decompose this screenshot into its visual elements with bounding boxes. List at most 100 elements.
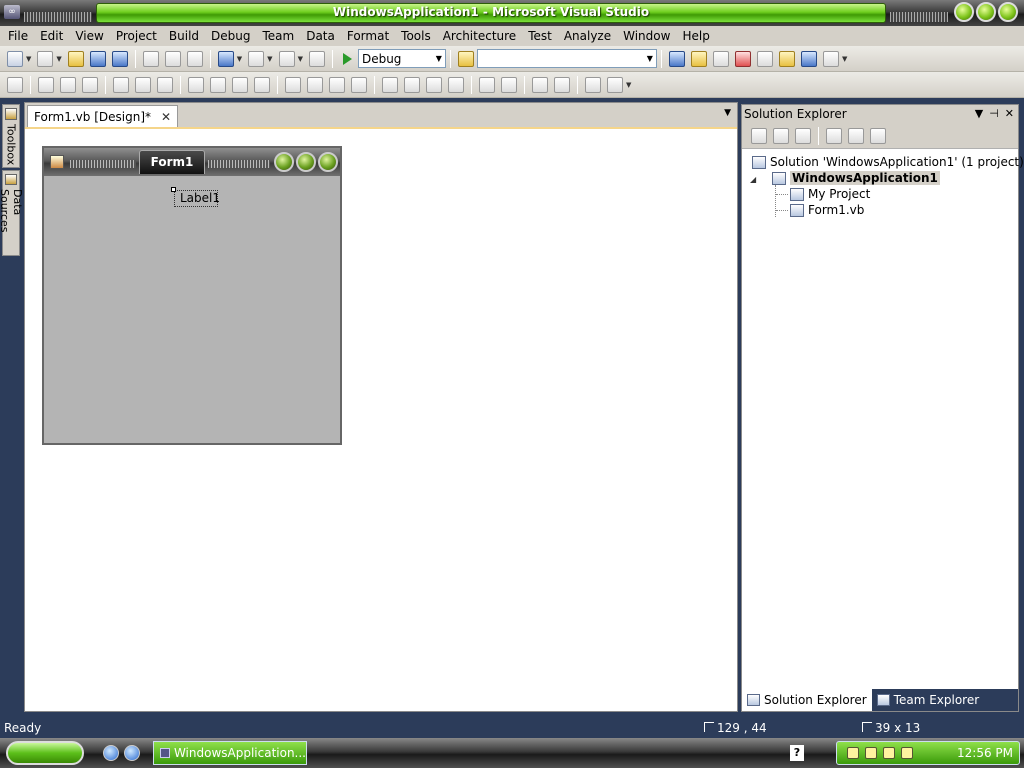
chevron-down-icon[interactable]: ▼: [267, 55, 272, 63]
vertical-spacing-remove-icon[interactable]: [448, 76, 464, 93]
chevron-down-icon[interactable]: ▼: [298, 55, 303, 63]
extension-manager-icon[interactable]: [800, 50, 817, 67]
solution-node[interactable]: Solution 'WindowsApplication1' (1 projec…: [752, 155, 1024, 169]
undo-icon[interactable]: [217, 50, 234, 67]
horizontal-spacing-equal-icon[interactable]: [285, 76, 301, 93]
design-surface[interactable]: Form1 Label1: [25, 127, 737, 711]
label1-control[interactable]: Label1: [171, 187, 220, 207]
center-vertically-icon[interactable]: [501, 76, 517, 93]
send-to-back-icon[interactable]: [554, 76, 570, 93]
toolbox-tab[interactable]: Toolbox: [2, 104, 20, 168]
horizontal-spacing-remove-icon[interactable]: [351, 76, 367, 93]
search-icon[interactable]: [901, 747, 913, 759]
size-to-grid-icon[interactable]: [210, 76, 226, 93]
center-horizontally-icon[interactable]: [479, 76, 495, 93]
show-all-files-icon[interactable]: [773, 127, 789, 144]
vertical-spacing-equal-icon[interactable]: [382, 76, 398, 93]
vertical-spacing-decrease-icon[interactable]: [426, 76, 442, 93]
project-node[interactable]: WindowsApplication1: [772, 171, 940, 185]
menu-format[interactable]: Format: [341, 29, 395, 43]
tab-form1-design[interactable]: Form1.vb [Design]* ✕: [27, 105, 179, 127]
start-button[interactable]: [6, 741, 84, 765]
form1-designer[interactable]: Form1 Label1: [42, 146, 342, 445]
minimize-button[interactable]: [954, 2, 974, 22]
menu-window[interactable]: Window: [617, 29, 676, 43]
menu-test[interactable]: Test: [522, 29, 558, 43]
align-to-grid-icon[interactable]: [7, 76, 23, 93]
menu-analyze[interactable]: Analyze: [558, 29, 617, 43]
view-class-diagram-icon[interactable]: [870, 127, 886, 144]
start-page-icon[interactable]: [778, 50, 795, 67]
view-code-icon[interactable]: [826, 127, 842, 144]
horizontal-spacing-decrease-icon[interactable]: [329, 76, 345, 93]
title-bar[interactable]: ∞ WindowsApplication1 - Microsoft Visual…: [0, 0, 1024, 26]
find-in-files-icon[interactable]: [457, 50, 474, 67]
tab-team-explorer[interactable]: Team Explorer: [872, 689, 985, 711]
open-folder-icon[interactable]: [67, 50, 84, 67]
chevron-down-icon[interactable]: ▼: [56, 55, 61, 63]
view-designer-icon[interactable]: [848, 127, 864, 144]
find-combo[interactable]: ▼: [476, 49, 657, 68]
app-icon[interactable]: ∞: [4, 5, 20, 19]
tree-item-my-project[interactable]: My Project: [790, 187, 870, 201]
taskbar-item-visual-studio[interactable]: WindowsApplication...: [153, 741, 307, 765]
start-debugging-icon[interactable]: [342, 52, 352, 65]
menu-view[interactable]: View: [69, 29, 109, 43]
solution-config-select[interactable]: Debug ▼: [357, 49, 446, 68]
maximize-button[interactable]: [976, 2, 996, 22]
tab-solution-explorer[interactable]: Solution Explorer: [742, 689, 872, 711]
align-rights-icon[interactable]: [82, 76, 98, 93]
save-all-icon[interactable]: [111, 50, 128, 67]
tab-order-icon[interactable]: [607, 76, 623, 93]
help-icon[interactable]: ?: [790, 745, 804, 761]
close-button[interactable]: [998, 2, 1018, 22]
close-icon[interactable]: ✕: [161, 110, 171, 124]
redo-icon[interactable]: [248, 50, 265, 67]
make-same-width-icon[interactable]: [188, 76, 204, 93]
tree-item-form1[interactable]: Form1.vb: [790, 203, 864, 217]
chevron-down-icon[interactable]: ▼: [26, 55, 31, 63]
menu-debug[interactable]: Debug: [205, 29, 256, 43]
menu-team[interactable]: Team: [256, 29, 300, 43]
horizontal-spacing-increase-icon[interactable]: [307, 76, 323, 93]
chevron-down-icon[interactable]: ▼: [626, 81, 631, 89]
chevron-down-icon[interactable]: ▼: [975, 107, 983, 120]
new-project-icon[interactable]: [7, 50, 23, 67]
object-browser-icon[interactable]: [712, 50, 729, 67]
tools-icon[interactable]: [756, 50, 773, 67]
make-same-height-icon[interactable]: [232, 76, 248, 93]
chevron-down-icon[interactable]: ▼: [237, 55, 242, 63]
cut-icon[interactable]: [142, 50, 159, 67]
refresh-icon[interactable]: [795, 127, 811, 144]
browser-icon[interactable]: [124, 745, 140, 761]
bring-to-front-icon[interactable]: [532, 76, 548, 93]
menu-file[interactable]: File: [2, 29, 34, 43]
security-shield-icon[interactable]: [883, 747, 895, 759]
expand-toggle-icon[interactable]: ◢: [750, 175, 756, 184]
resize-handle[interactable]: [171, 187, 176, 192]
align-lefts-icon[interactable]: [38, 76, 54, 93]
solution-explorer-icon[interactable]: [668, 50, 685, 67]
form1-caption-bar[interactable]: Form1: [44, 148, 340, 176]
navigate-forward-icon[interactable]: [308, 50, 325, 67]
lock-controls-icon[interactable]: [585, 76, 601, 93]
pin-icon[interactable]: ⊣: [989, 107, 999, 120]
properties-icon[interactable]: [751, 127, 767, 144]
chevron-down-icon[interactable]: ▼: [842, 55, 847, 63]
volume-icon[interactable]: [865, 747, 877, 759]
menu-architecture[interactable]: Architecture: [437, 29, 522, 43]
align-centers-icon[interactable]: [60, 76, 76, 93]
make-same-size-icon[interactable]: [254, 76, 270, 93]
close-icon[interactable]: ✕: [1005, 107, 1014, 120]
align-tops-icon[interactable]: [113, 76, 129, 93]
toolbox-icon[interactable]: [734, 50, 751, 67]
menu-help[interactable]: Help: [676, 29, 715, 43]
navigate-backward-icon[interactable]: [278, 50, 295, 67]
menu-edit[interactable]: Edit: [34, 29, 69, 43]
menu-data[interactable]: Data: [300, 29, 341, 43]
command-window-icon[interactable]: [822, 50, 839, 67]
align-bottoms-icon[interactable]: [157, 76, 173, 93]
network-icon[interactable]: [847, 747, 859, 759]
save-icon[interactable]: [89, 50, 106, 67]
add-item-icon[interactable]: [37, 50, 54, 67]
